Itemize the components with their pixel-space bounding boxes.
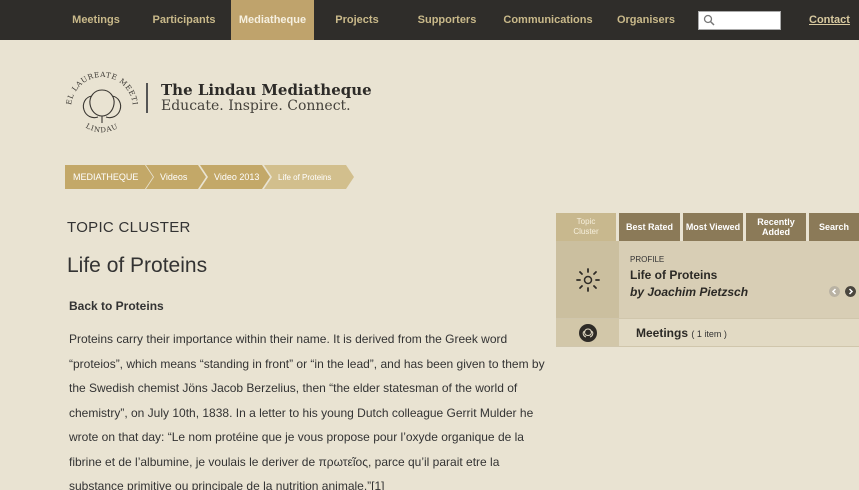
profile-title: Life of Proteins	[630, 268, 718, 282]
tab-label: Topic Cluster	[573, 217, 599, 236]
search-icon	[703, 14, 715, 26]
top-navigation: Meetings Participants Mediatheque Projec…	[0, 0, 859, 40]
sun-icon	[576, 268, 600, 292]
site-title: The Lindau Mediatheque	[161, 81, 372, 99]
next-arrow-icon[interactable]	[845, 286, 856, 297]
tab-topic-cluster[interactable]: Topic Cluster	[556, 213, 616, 241]
svg-text:NOBEL LAUREATE MEETINGS: NOBEL LAUREATE MEETINGS	[61, 66, 140, 106]
previous-arrow-icon[interactable]	[829, 286, 840, 297]
nav-item-mediatheque[interactable]: Mediatheque	[231, 0, 314, 40]
svg-text:LINDAU: LINDAU	[84, 122, 119, 134]
search-input[interactable]	[698, 11, 781, 30]
meetings-row[interactable]: Meetings ( 1 item )	[556, 318, 859, 347]
nav-item-organisers[interactable]: Organisers	[609, 0, 683, 40]
nobel-laureate-meetings-logo[interactable]: NOBEL LAUREATE MEETINGS LINDAU	[61, 66, 143, 146]
breadcrumb-item-mediatheque[interactable]: MEDIATHEQUE	[65, 165, 153, 189]
breadcrumb-item-videos[interactable]: Videos	[146, 165, 206, 189]
breadcrumb-label: Life of Proteins	[278, 173, 332, 182]
meetings-icon-cell	[556, 319, 619, 346]
site-tagline: Educate. Inspire. Connect.	[161, 98, 351, 114]
nav-item-supporters[interactable]: Supporters	[407, 0, 487, 40]
article-paragraph: Proteins carry their importance within t…	[69, 332, 545, 490]
breadcrumb-label: Videos	[160, 172, 188, 182]
meetings-label: Meetings	[636, 326, 689, 340]
contact-link[interactable]: Contact	[800, 0, 859, 40]
logo-divider	[146, 83, 148, 113]
profile-card[interactable]: PROFILE Life of Proteins by Joachim Piet…	[556, 241, 859, 318]
meetings-link[interactable]: Meetings ( 1 item )	[636, 326, 727, 340]
nav-item-participants[interactable]: Participants	[144, 0, 224, 40]
breadcrumb-label: MEDIATHEQUE	[73, 172, 139, 182]
tab-most-viewed[interactable]: Most Viewed	[683, 213, 743, 241]
meetings-tree-icon	[579, 324, 597, 342]
page-title: Life of Proteins	[67, 254, 208, 277]
nav-item-communications[interactable]: Communications	[498, 0, 598, 40]
tab-search[interactable]: Search	[809, 213, 859, 241]
panel-tabs: Topic Cluster Best Rated Most Viewed Rec…	[556, 213, 859, 241]
tab-label: Recently Added	[757, 217, 795, 237]
meetings-count: ( 1 item )	[691, 329, 727, 339]
breadcrumb-item-current: Life of Proteins	[264, 165, 354, 189]
tab-best-rated[interactable]: Best Rated	[619, 213, 680, 241]
section-label: TOPIC CLUSTER	[67, 219, 191, 236]
breadcrumb-item-video-2013[interactable]: Video 2013	[200, 165, 270, 189]
profile-icon-cell	[556, 241, 619, 318]
back-link[interactable]: Back to Proteins	[69, 299, 164, 313]
breadcrumb-label: Video 2013	[214, 172, 260, 182]
tab-recently-added[interactable]: Recently Added	[746, 213, 806, 241]
nav-item-projects[interactable]: Projects	[322, 0, 392, 40]
profile-author: by Joachim Pietzsch	[630, 285, 749, 299]
profile-label: PROFILE	[630, 255, 665, 264]
nav-item-meetings[interactable]: Meetings	[58, 0, 134, 40]
